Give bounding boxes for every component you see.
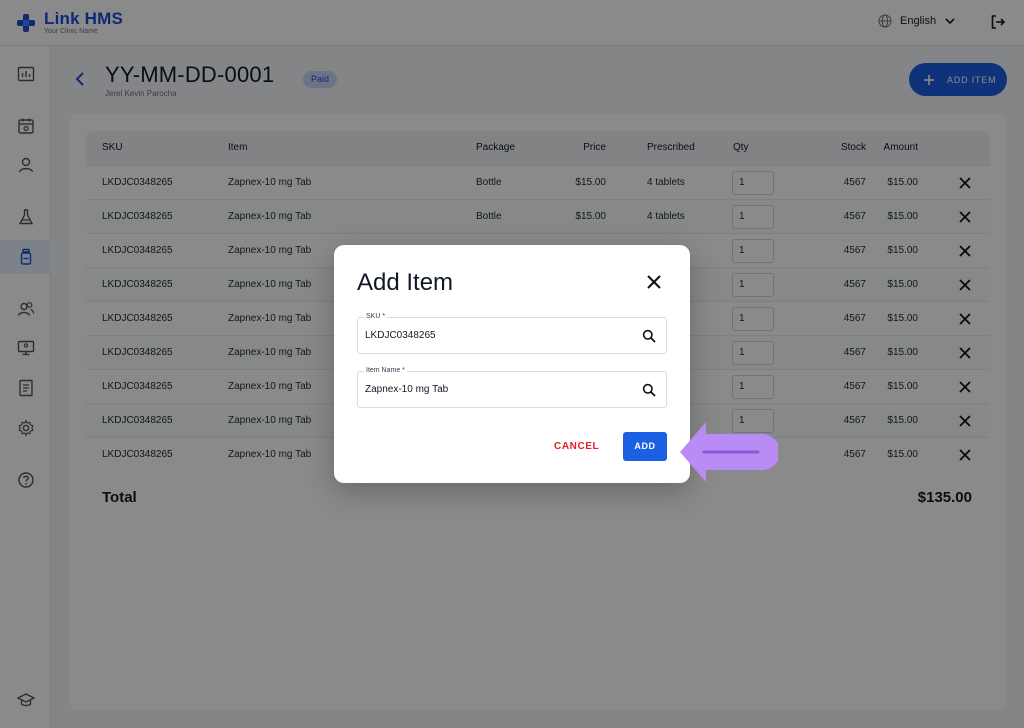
cancel-button[interactable]: CANCEL <box>554 433 599 461</box>
app-root: Link HMS Your Clinic Name English YY-MM-… <box>0 0 1024 728</box>
dialog-title: Add Item <box>357 269 454 296</box>
sku-label: SKU * <box>364 313 388 320</box>
dialog-close-button[interactable] <box>645 273 663 296</box>
item-name-field[interactable]: Item Name * Zapnex-10 mg Tab <box>357 367 667 408</box>
pointer-arrow-icon <box>680 422 778 482</box>
item-name-label: Item Name * <box>364 367 407 374</box>
add-item-dialog: Add Item SKU * LKDJC0348265 Item Name * … <box>334 245 690 483</box>
item-name-input[interactable]: Zapnex-10 mg Tab <box>365 384 448 395</box>
sku-input[interactable]: LKDJC0348265 <box>365 330 436 341</box>
add-button[interactable]: ADD <box>623 432 667 461</box>
close-icon <box>647 275 661 289</box>
search-icon[interactable] <box>642 383 656 397</box>
search-icon[interactable] <box>642 329 656 343</box>
sku-field[interactable]: SKU * LKDJC0348265 <box>357 313 667 354</box>
